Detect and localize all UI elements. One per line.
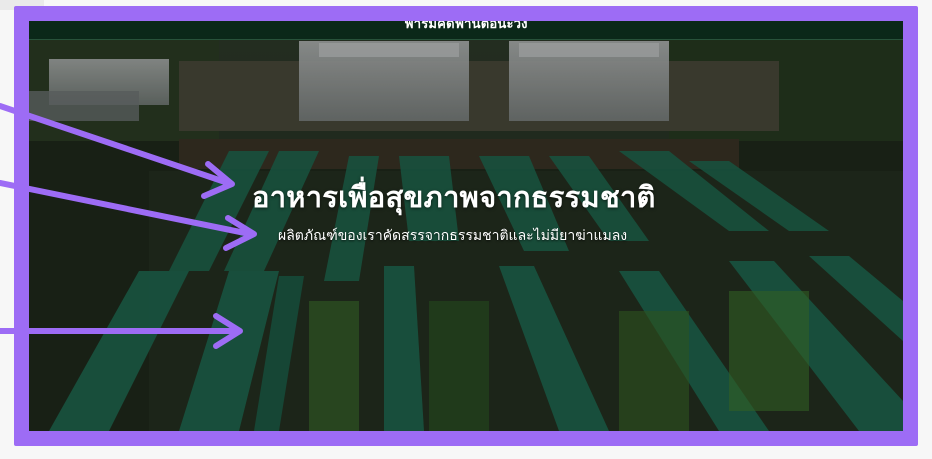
highlight-frame: ฟาร์มคิดฟานต่อนะวัง อาหารเพื่อสุขภาพจากธ… (14, 6, 918, 446)
site-title[interactable]: ฟาร์มคิดฟานต่อนะวัง (404, 21, 527, 34)
hero-headline: อาหารเพื่อสุขภาพจากธรรมชาติ (252, 180, 656, 214)
site-header-bar: ฟาร์มคิดฟานต่อนะวัง (29, 21, 903, 40)
hero-subheadline: ผลิตภัณฑ์ของเราคัดสรรจากธรรมชาติและไม่มี… (278, 228, 628, 244)
